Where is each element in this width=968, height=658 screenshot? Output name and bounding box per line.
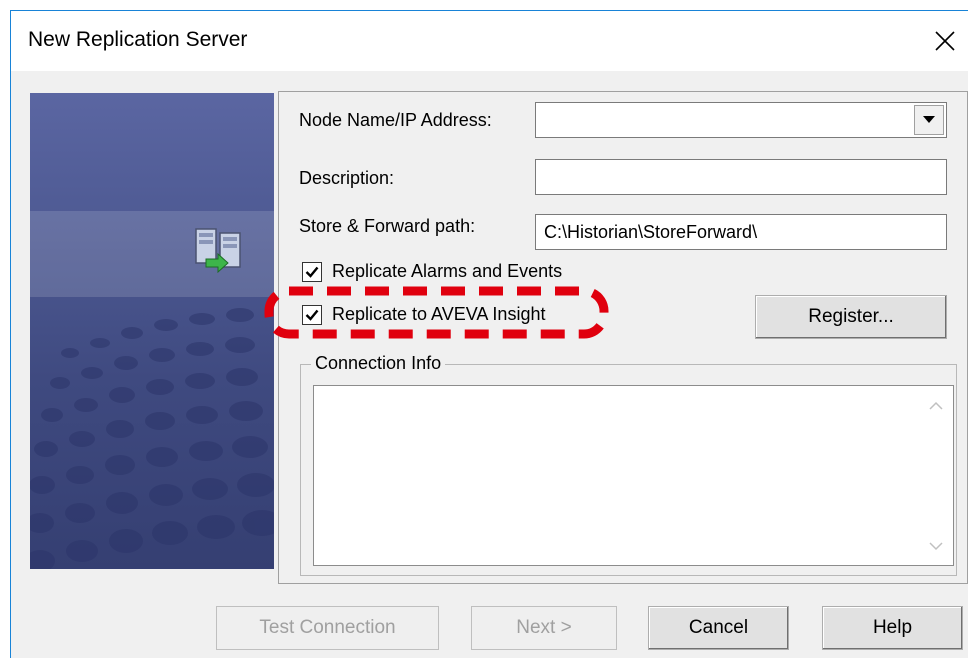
dropdown-arrow-icon bbox=[923, 116, 935, 123]
server-replication-icon bbox=[195, 228, 241, 274]
help-button[interactable]: Help bbox=[822, 606, 963, 650]
new-replication-server-dialog: New Replication Server Node Name/IP Addr… bbox=[10, 10, 968, 658]
connection-info-textarea[interactable] bbox=[313, 385, 954, 566]
node-name-label: Node Name/IP Address: bbox=[299, 110, 492, 130]
wizard-banner-image bbox=[30, 93, 274, 569]
register-button[interactable]: Register... bbox=[755, 295, 947, 339]
store-forward-path-field[interactable]: C:\Historian\StoreForward\ bbox=[535, 214, 947, 250]
test-connection-button[interactable]: Test Connection bbox=[216, 606, 439, 650]
close-button[interactable] bbox=[922, 11, 968, 71]
replicate-insight-label[interactable]: Replicate to AVEVA Insight bbox=[332, 304, 545, 325]
connection-info-group: Connection Info bbox=[300, 353, 957, 576]
node-name-combobox[interactable] bbox=[535, 102, 947, 138]
checkmark-icon bbox=[305, 309, 319, 321]
scroll-up-icon bbox=[929, 401, 943, 410]
checkmark-icon bbox=[305, 266, 319, 278]
scroll-down-button[interactable] bbox=[919, 529, 953, 563]
replicate-alarms-checkbox[interactable] bbox=[302, 262, 322, 282]
title-bar: New Replication Server bbox=[11, 11, 968, 71]
cancel-button[interactable]: Cancel bbox=[648, 606, 789, 650]
scroll-down-icon bbox=[929, 541, 943, 550]
next-button[interactable]: Next > bbox=[471, 606, 617, 650]
replicate-alarms-label[interactable]: Replicate Alarms and Events bbox=[332, 261, 562, 282]
description-field[interactable] bbox=[535, 159, 947, 195]
scroll-up-button[interactable] bbox=[919, 388, 953, 422]
close-icon bbox=[935, 31, 955, 51]
dropdown-button[interactable] bbox=[914, 105, 944, 135]
store-forward-path-value: C:\Historian\StoreForward\ bbox=[544, 222, 758, 242]
settings-panel: Node Name/IP Address: Description: Store… bbox=[278, 91, 968, 584]
vertical-scrollbar[interactable] bbox=[919, 386, 953, 565]
store-forward-label: Store & Forward path: bbox=[299, 216, 476, 236]
replicate-insight-checkbox[interactable] bbox=[302, 305, 322, 325]
window-title: New Replication Server bbox=[28, 28, 248, 51]
description-label: Description: bbox=[299, 168, 395, 188]
connection-info-title: Connection Info bbox=[311, 353, 446, 374]
